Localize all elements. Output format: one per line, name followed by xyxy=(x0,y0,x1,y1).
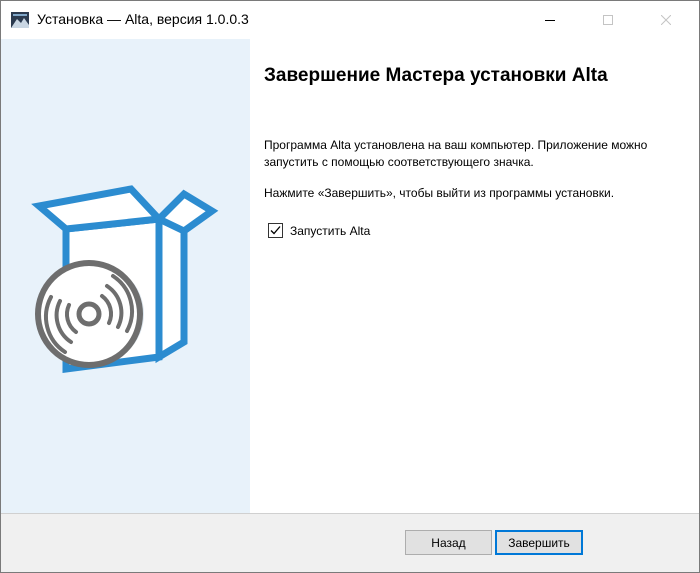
checkmark-icon xyxy=(270,226,281,235)
back-button[interactable]: Назад xyxy=(405,530,492,555)
finish-instruction-text: Нажмите «Завершить», чтобы выйти из прог… xyxy=(264,186,615,200)
minimize-icon xyxy=(545,20,555,21)
box-with-disc-icon xyxy=(31,185,219,373)
page-title: Завершение Мастера установки Alta xyxy=(264,65,608,86)
minimize-button[interactable] xyxy=(527,1,573,39)
wizard-sidebar xyxy=(1,39,250,513)
close-icon xyxy=(661,15,671,25)
window-title: Установка — Alta, версия 1.0.0.3 xyxy=(37,11,249,27)
maximize-icon xyxy=(603,15,613,25)
wizard-footer: Назад Завершить xyxy=(1,514,699,572)
launch-alta-label[interactable]: Запустить Alta xyxy=(290,224,370,238)
launch-alta-checkbox[interactable]: Запустить Alta xyxy=(268,223,370,238)
maximize-button[interactable] xyxy=(585,1,631,39)
title-bar[interactable]: Установка — Alta, версия 1.0.0.3 xyxy=(1,1,699,39)
finish-button[interactable]: Завершить xyxy=(495,530,583,555)
installer-window: Установка — Alta, версия 1.0.0.3 Заверше… xyxy=(0,0,700,573)
checkbox-box[interactable] xyxy=(268,223,283,238)
wizard-content: Завершение Мастера установки Alta Програ… xyxy=(250,39,699,513)
install-complete-text: Программа Alta установлена на ваш компью… xyxy=(264,138,648,169)
close-button[interactable] xyxy=(643,1,689,39)
installer-app-icon xyxy=(11,12,29,28)
